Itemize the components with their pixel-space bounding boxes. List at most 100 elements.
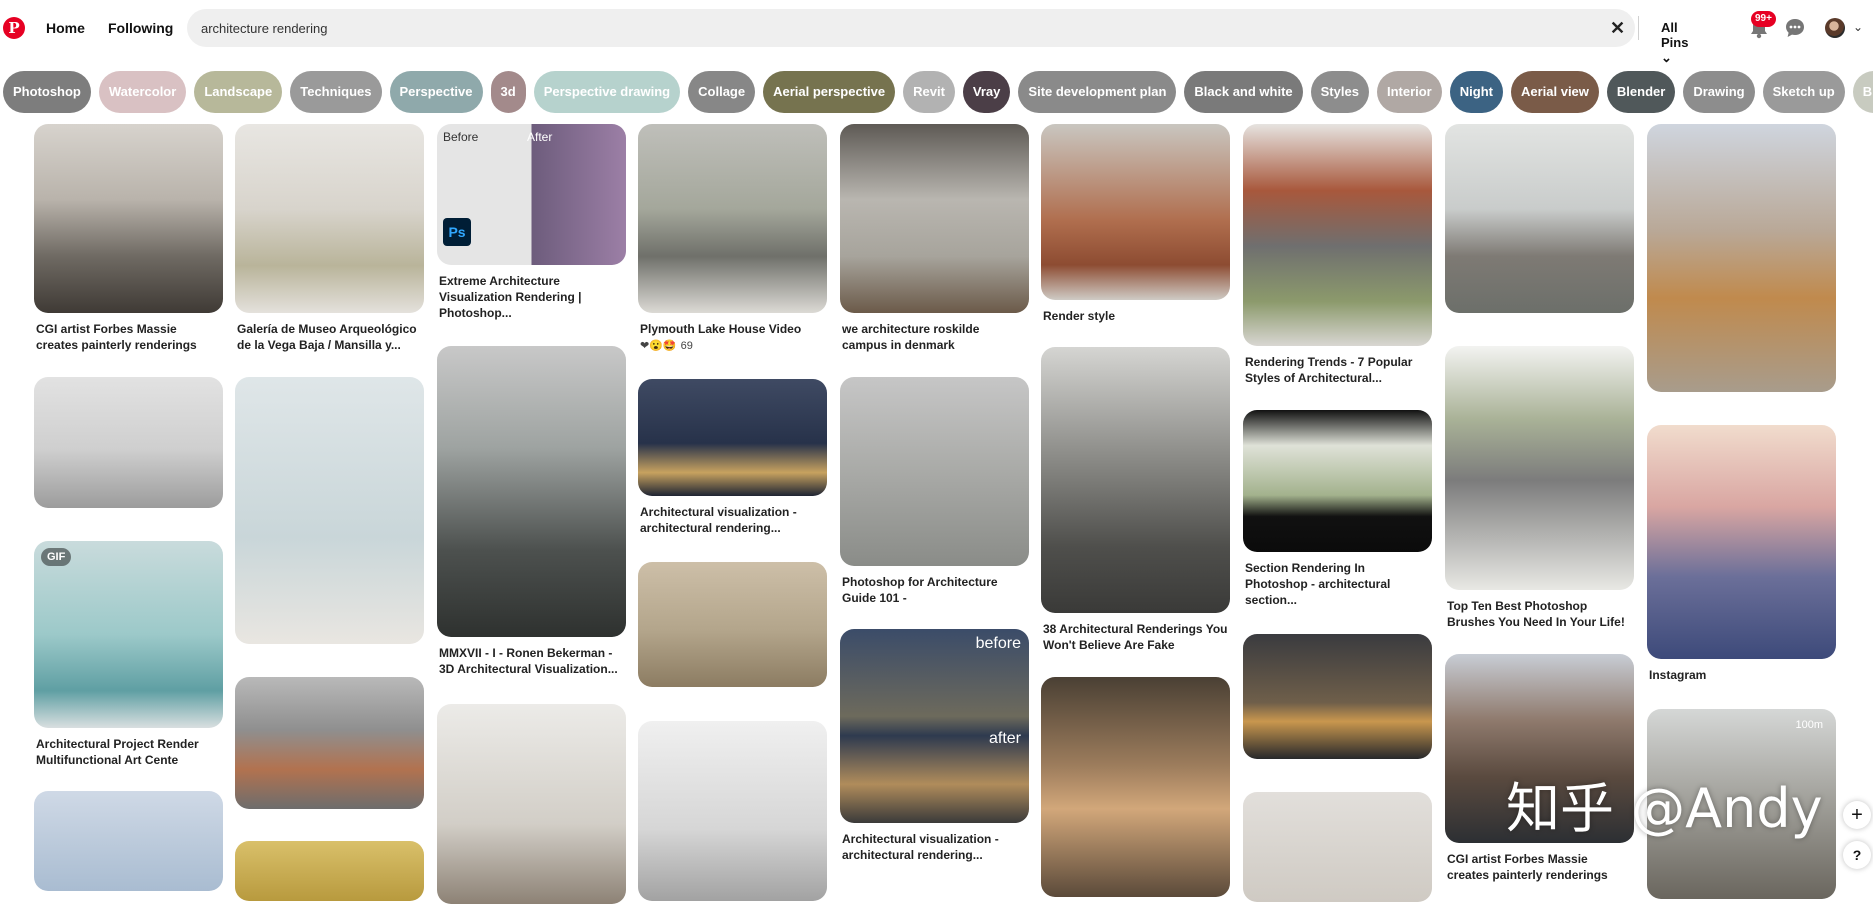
pin-title[interactable]: Instagram: [1649, 667, 1834, 683]
pin-card[interactable]: CGI artist Forbes Massie creates painter…: [34, 124, 223, 353]
pin-image[interactable]: [235, 841, 424, 901]
pin-title[interactable]: we architecture roskilde campus in denma…: [842, 321, 1027, 353]
chip-styles[interactable]: Styles: [1310, 71, 1369, 113]
pin-card[interactable]: Render style: [1041, 124, 1230, 324]
pin-image[interactable]: [34, 124, 223, 313]
pin-card[interactable]: Plymouth Lake House Video ❤😮🤩 69: [638, 124, 827, 352]
pin-card[interactable]: Instagram: [1647, 425, 1836, 683]
pin-card[interactable]: before after Architectural visualization -…: [840, 629, 1029, 863]
pin-image[interactable]: [1243, 410, 1432, 552]
pin-title[interactable]: Extreme Architecture Visualization Rende…: [439, 273, 624, 321]
chip-interior[interactable]: Interior: [1376, 71, 1442, 113]
chip-photoshop[interactable]: Photoshop: [3, 71, 91, 113]
pin-card[interactable]: [235, 841, 424, 901]
pin-image[interactable]: [1445, 124, 1634, 313]
pin-title[interactable]: Galería de Museo Arqueológico de la Vega…: [237, 321, 422, 353]
pin-image[interactable]: [1647, 425, 1836, 659]
pin-title[interactable]: Section Rendering In Photoshop - archite…: [1245, 560, 1430, 608]
chip-aerial-view[interactable]: Aerial view: [1510, 71, 1599, 113]
pin-card[interactable]: [1243, 792, 1432, 902]
messages-icon[interactable]: [1785, 18, 1805, 38]
pin-image[interactable]: [235, 124, 424, 313]
pin-title[interactable]: Photoshop for Architecture Guide 101 -: [842, 574, 1027, 606]
pin-card[interactable]: Top Ten Best Photoshop Brushes You Need …: [1445, 346, 1634, 630]
pinterest-logo-icon[interactable]: P: [3, 17, 25, 39]
pin-image[interactable]: [638, 124, 827, 313]
pin-image[interactable]: [34, 791, 223, 891]
pin-image[interactable]: [638, 379, 827, 496]
pin-card[interactable]: [638, 721, 827, 901]
pin-image[interactable]: [840, 377, 1029, 566]
pin-image[interactable]: [437, 346, 626, 637]
pin-title[interactable]: CGI artist Forbes Massie creates painter…: [1447, 851, 1632, 883]
pin-image[interactable]: GIF: [34, 541, 223, 728]
chip-drawing[interactable]: Drawing: [1683, 71, 1755, 113]
pin-image[interactable]: [638, 721, 827, 901]
pin-image[interactable]: [235, 377, 424, 644]
create-pin-button[interactable]: +: [1843, 801, 1871, 829]
chip-vray[interactable]: Vray: [962, 71, 1011, 113]
chip-perspective[interactable]: Perspective: [389, 71, 483, 113]
pin-title[interactable]: MMXVII - I - Ronen Bekerman - 3D Archite…: [439, 645, 624, 677]
pin-title[interactable]: Render style: [1043, 308, 1228, 324]
pin-title[interactable]: Architectural visualization - architectu…: [640, 504, 825, 536]
pin-image[interactable]: [1243, 792, 1432, 902]
chip-landscape[interactable]: Landscape: [194, 71, 283, 113]
pin-image[interactable]: [437, 704, 626, 904]
pin-card[interactable]: MMXVII - I - Ronen Bekerman - 3D Archite…: [437, 346, 626, 677]
search-bar[interactable]: ✕ All Pins ⌄: [187, 9, 1688, 65]
pin-card[interactable]: [437, 704, 626, 904]
pin-card[interactable]: 38 Architectural Renderings You Won't Be…: [1041, 347, 1230, 653]
pin-card[interactable]: [1647, 124, 1836, 392]
nav-home-link[interactable]: Home: [46, 20, 85, 36]
pin-image[interactable]: [34, 377, 223, 508]
pin-image[interactable]: [1647, 124, 1836, 392]
pin-image[interactable]: [1445, 346, 1634, 590]
pin-title[interactable]: 38 Architectural Renderings You Won't Be…: [1043, 621, 1228, 653]
pin-image[interactable]: before after: [840, 629, 1029, 823]
pin-image[interactable]: [840, 124, 1029, 313]
chip-blender[interactable]: Blender: [1606, 71, 1676, 113]
account-menu-chevron-icon[interactable]: ⌄: [1853, 20, 1863, 34]
nav-following-link[interactable]: Following: [108, 20, 173, 36]
pin-title[interactable]: Rendering Trends - 7 Popular Styles of A…: [1245, 354, 1430, 386]
pin-card[interactable]: [1041, 677, 1230, 897]
pin-card[interactable]: we architecture roskilde campus in denma…: [840, 124, 1029, 353]
chip-black-and-white[interactable]: Black and white: [1184, 71, 1303, 113]
chip-revit[interactable]: Revit: [903, 71, 955, 113]
user-avatar[interactable]: [1825, 18, 1845, 38]
pin-title[interactable]: CGI artist Forbes Massie creates painter…: [36, 321, 221, 353]
pin-image[interactable]: Before After Ps: [437, 124, 626, 265]
pin-title[interactable]: Top Ten Best Photoshop Brushes You Need …: [1447, 598, 1632, 630]
pin-title[interactable]: Architectural Project Render Multifuncti…: [36, 736, 221, 768]
chip-techniques[interactable]: Techniques: [290, 71, 382, 113]
pin-card[interactable]: Before After Ps Extreme Architecture Visual…: [437, 124, 626, 321]
chip-night[interactable]: Night: [1449, 71, 1503, 113]
pin-card[interactable]: Photoshop for Architecture Guide 101 -: [840, 377, 1029, 606]
clear-search-icon[interactable]: ✕: [1610, 19, 1625, 37]
pin-image[interactable]: [1243, 634, 1432, 759]
pin-card[interactable]: [1445, 124, 1634, 313]
pin-card[interactable]: [235, 377, 424, 644]
chip-bird-eye[interactable]: Bird eye: [1852, 71, 1873, 113]
pin-card[interactable]: Architectural visualization - architectu…: [638, 379, 827, 536]
pin-card[interactable]: GIF Architectural Project Render Multifun…: [34, 541, 223, 768]
pin-card[interactable]: [1243, 634, 1432, 759]
chip-aerial-perspective[interactable]: Aerial perspective: [763, 71, 896, 113]
pin-card[interactable]: [235, 677, 424, 809]
chip-watercolor[interactable]: Watercolor: [98, 71, 187, 113]
help-button[interactable]: ?: [1843, 841, 1871, 869]
pin-image[interactable]: [1041, 677, 1230, 897]
pin-card[interactable]: Galería de Museo Arqueológico de la Vega…: [235, 124, 424, 353]
chip-sketch-up[interactable]: Sketch up: [1762, 71, 1845, 113]
pin-image[interactable]: [1041, 347, 1230, 613]
pin-card[interactable]: [34, 377, 223, 508]
chip-3d[interactable]: 3d: [490, 71, 526, 113]
pin-card[interactable]: [638, 562, 827, 687]
pin-card[interactable]: [34, 791, 223, 891]
pin-image[interactable]: [1041, 124, 1230, 300]
pin-image[interactable]: [638, 562, 827, 687]
pin-title[interactable]: Architectural visualization - architectu…: [842, 831, 1027, 863]
pin-image[interactable]: [1243, 124, 1432, 346]
search-scope-dropdown[interactable]: All Pins ⌄: [1661, 20, 1688, 66]
